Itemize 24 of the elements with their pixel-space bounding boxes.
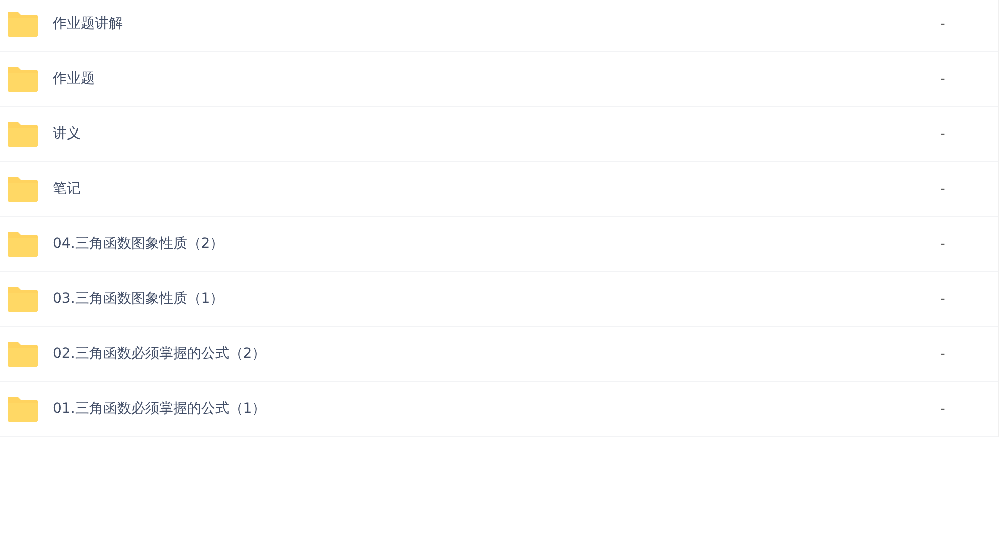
folder-icon — [7, 11, 39, 37]
file-size: - — [940, 292, 946, 306]
file-size: - — [940, 182, 946, 196]
folder-icon — [7, 396, 39, 422]
folder-name[interactable]: 作业题讲解 — [53, 15, 933, 33]
file-size: - — [940, 236, 946, 252]
folder-icon — [7, 231, 39, 257]
folder-name[interactable]: 讲义 — [53, 125, 933, 143]
folder-name[interactable]: 02.三角函数必须掌握的公式（2） — [53, 345, 933, 363]
folder-name[interactable]: 01.三角函数必须掌握的公式（1） — [53, 400, 933, 418]
folder-icon — [7, 66, 39, 92]
file-size: - — [940, 16, 946, 32]
folder-name[interactable]: 作业题 — [53, 70, 933, 88]
file-size: - — [940, 402, 946, 416]
folder-icon — [7, 121, 39, 147]
folder-name[interactable]: 03.三角函数图象性质（1） — [53, 290, 933, 308]
folder-name[interactable]: 04.三角函数图象性质（2） — [53, 235, 933, 253]
file-size: - — [940, 346, 946, 362]
folder-icon — [7, 176, 39, 202]
file-size: - — [940, 126, 946, 142]
folder-icon — [7, 286, 39, 312]
folder-icon — [7, 341, 39, 367]
file-size: - — [940, 72, 946, 86]
folder-name[interactable]: 笔记 — [53, 180, 933, 198]
